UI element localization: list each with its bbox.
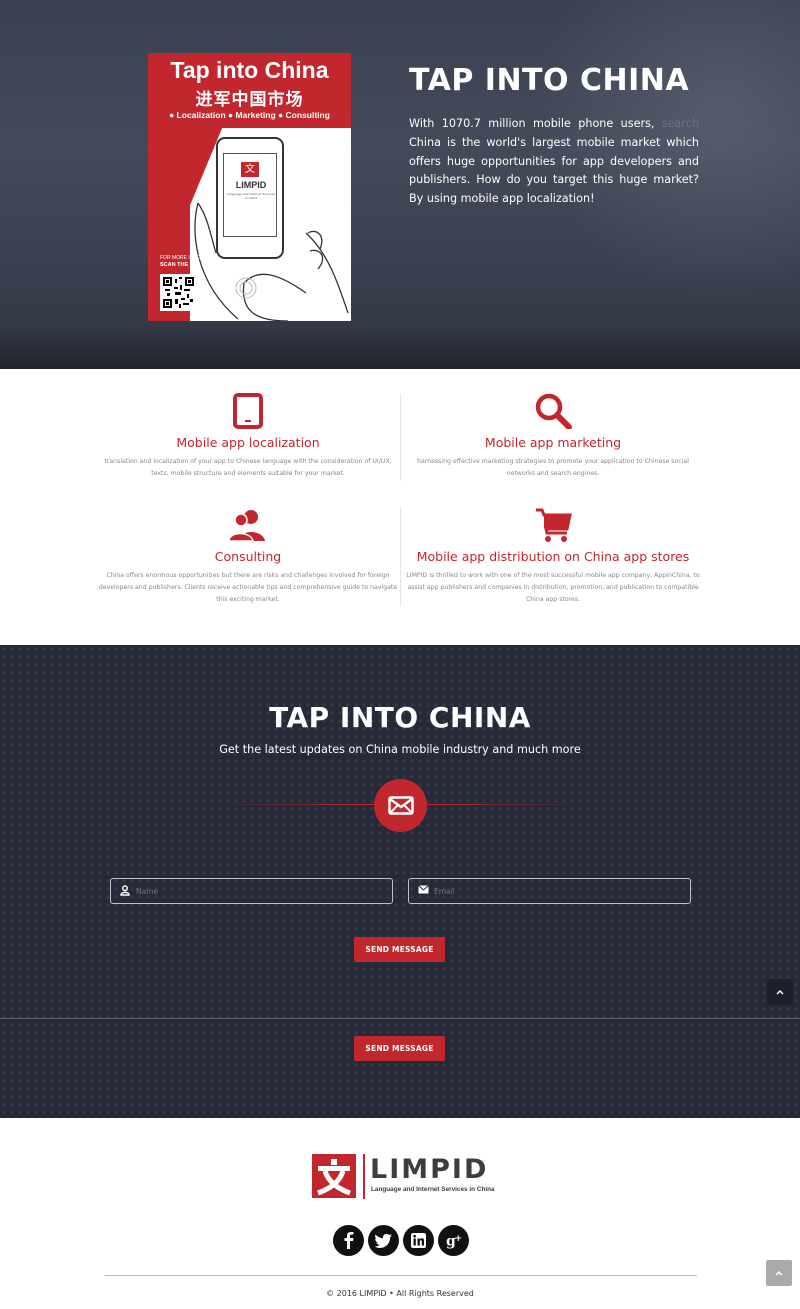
copyright: © 2016 LIMPID • All Rights Reserved — [326, 1289, 474, 1298]
service-title: Mobile app marketing — [484, 435, 622, 450]
name-input[interactable] — [136, 879, 376, 903]
qr-code — [160, 274, 197, 311]
hero-intro-search-link[interactable]: search — [662, 117, 699, 130]
twitter-link[interactable] — [368, 1225, 399, 1256]
linkedin-link[interactable] — [403, 1225, 434, 1256]
footer-divider — [105, 1275, 697, 1276]
promo-poster: Tap into China 进军中国市场 ● Localization ● M… — [148, 53, 351, 321]
services-divider-top — [400, 394, 401, 481]
service-description: LIMPID is thrilled to work with one of t… — [406, 572, 700, 603]
footer: LIMPID Language and Internet Services in… — [0, 1118, 800, 1309]
poster-more-info-label: FOR MORE INFO — [160, 255, 201, 261]
poster-scan-label: SCAN THE QR — [160, 262, 198, 268]
service-description: harnessing effective marketing strategie… — [417, 458, 689, 477]
hero-intro: With 1070.7 million mobile phone users, … — [409, 115, 699, 209]
poster-more-info: FOR MORE INFO SCAN THE QR — [160, 255, 200, 269]
send-message-button-secondary[interactable]: SEND MESSAGE — [354, 1036, 445, 1061]
name-field[interactable] — [110, 878, 393, 904]
hero-intro-text-rest: China is the world's largest mobile mark… — [409, 135, 699, 206]
email-input[interactable] — [434, 879, 674, 903]
hero-section: Tap into China 进军中国市场 ● Localization ● M… — [0, 0, 800, 369]
hero-intro-text: With 1070.7 million mobile phone users, — [409, 117, 662, 130]
user-icon — [120, 885, 130, 896]
service-consulting: Consulting China offers enormous opportu… — [98, 507, 398, 606]
users-icon — [229, 510, 265, 542]
search-icon — [535, 393, 572, 429]
newsletter-section: TAP INTO CHINA Get the latest updates on… — [0, 645, 800, 1118]
send-message-button[interactable]: SEND MESSAGE — [354, 937, 445, 962]
service-title: Mobile app localization — [176, 435, 320, 450]
email-field[interactable] — [408, 878, 691, 904]
facebook-link[interactable] — [333, 1225, 364, 1256]
mail-badge — [374, 779, 427, 832]
footer-brand-tagline: Language and Internet Services in China — [371, 1186, 495, 1193]
hero-heading: TAP INTO CHINA — [409, 63, 690, 98]
facebook-icon — [344, 1232, 354, 1249]
phone-screen: 文 LIMPID Language and Internet Services … — [223, 153, 277, 237]
newsletter-separator — [0, 1018, 800, 1019]
phone-illustration: 文 LIMPID Language and Internet Services … — [216, 137, 284, 259]
linkedin-icon — [411, 1233, 426, 1248]
email-icon — [418, 885, 429, 894]
google-plus-link[interactable]: g + — [438, 1225, 469, 1256]
service-title: Consulting — [214, 549, 282, 564]
services-section: Mobile app localization translation and … — [0, 369, 800, 645]
services-divider-bottom — [400, 507, 401, 606]
poster-chinese-title: 进军中国市场 — [195, 90, 304, 110]
service-description: China offers enormous opportunities but … — [98, 572, 398, 603]
chevron-up-icon — [775, 1270, 783, 1276]
logo-mark — [312, 1154, 356, 1198]
poster-logo-name: LIMPID — [235, 180, 267, 190]
scroll-to-top-button[interactable] — [767, 979, 793, 1005]
footer-brand-name: LIMPID — [370, 1154, 489, 1185]
poster-logo-mark: 文 — [241, 162, 259, 177]
chevron-up-icon — [776, 989, 784, 995]
google-plus-icon: g + — [446, 1234, 463, 1250]
poster-logo-tagline: Language and Internet Services in China — [227, 192, 275, 200]
twitter-icon — [374, 1233, 392, 1248]
scroll-to-top-button-footer[interactable] — [766, 1260, 792, 1286]
tablet-icon — [233, 393, 263, 429]
svg-text:+: + — [455, 1234, 463, 1244]
cart-icon — [536, 508, 572, 542]
service-localization: Mobile app localization translation and … — [98, 393, 398, 480]
service-description: translation and localization of your app… — [104, 458, 392, 477]
poster-tags: ● Localization ● Marketing ● Consulting — [169, 110, 330, 120]
service-title: Mobile app distribution on China app sto… — [416, 549, 690, 564]
logo-divider — [363, 1154, 365, 1199]
service-marketing: Mobile app marketing harnessing effectiv… — [403, 393, 703, 480]
newsletter-subheading: Get the latest updates on China mobile i… — [219, 743, 581, 756]
envelope-icon — [388, 796, 414, 815]
service-distribution: Mobile app distribution on China app sto… — [403, 507, 703, 606]
wen-character-icon — [317, 1159, 351, 1196]
hero-background-floor — [0, 329, 800, 369]
newsletter-heading: TAP INTO CHINA — [269, 701, 531, 734]
poster-title: Tap into China — [170, 57, 329, 83]
